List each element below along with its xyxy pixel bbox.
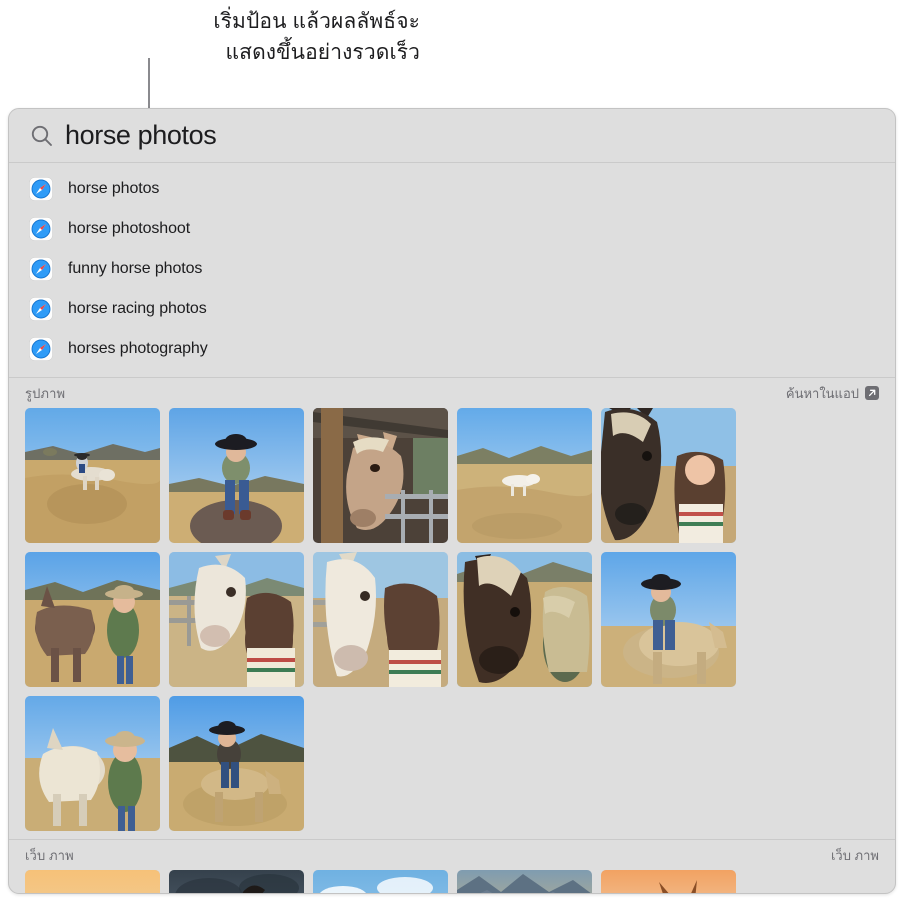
callout-text: เริ่มป้อน แล้วผลลัพธ์จะ แสดงขึ้นอย่างรวด… [150,6,420,68]
photo-tile[interactable] [601,408,736,543]
photo-tile[interactable] [169,696,304,831]
photo-tile[interactable] [25,408,160,543]
callout-line-2: แสดงขึ้นอย่างรวดเร็ว [225,41,420,64]
safari-icon [29,177,53,201]
spotlight-search-panel: horse photos horse photos horse photosho… [8,108,896,894]
photo-tile[interactable] [25,552,160,687]
suggestion-label: horse photoshoot [68,220,191,237]
photo-tile[interactable] [313,552,448,687]
suggestion-label: horses photography [68,340,208,357]
search-in-app-label: ค้นหาในแอป [785,385,859,401]
photo-tile[interactable] [457,552,592,687]
suggestion-label: horse photos [68,180,160,197]
safari-icon [29,257,53,281]
suggestion-item[interactable]: horse photos [9,169,895,209]
suggestion-list: horse photos horse photoshoot funny hors… [9,163,895,377]
photo-tile[interactable] [169,552,304,687]
section-header-web-images: เว็บ ภาพ เว็บ ภาพ [9,839,895,870]
web-image-tile[interactable] [25,870,160,893]
web-image-tile[interactable] [169,870,304,893]
safari-icon [29,297,53,321]
safari-icon [29,337,53,361]
suggestion-item[interactable]: funny horse photos [9,249,895,289]
photo-tile[interactable] [601,552,736,687]
suggestion-item[interactable]: horses photography [9,329,895,369]
web-images-label: เว็บ ภาพ [830,847,879,863]
section-header-photos: รูปภาพ ค้นหาในแอป [9,377,895,408]
web-images-source[interactable]: เว็บ ภาพ [831,845,879,866]
web-image-tile[interactable] [313,870,448,893]
callout-line-1: เริ่มป้อน แล้วผลลัพธ์จะ [213,10,420,33]
photo-tile[interactable] [25,696,160,831]
photo-grid [9,408,895,839]
safari-icon [29,217,53,241]
section-title: เว็บ ภาพ [25,847,74,863]
web-image-grid [9,870,895,893]
open-in-app-icon [865,386,879,400]
suggestion-label: horse racing photos [68,300,207,317]
search-icon [29,123,55,149]
photo-tile[interactable] [313,408,448,543]
section-title: รูปภาพ [25,385,66,401]
search-input-value[interactable]: horse photos [65,120,217,151]
search-field[interactable]: horse photos [9,109,895,163]
photo-tile[interactable] [457,408,592,543]
web-image-tile[interactable] [457,870,592,893]
suggestion-label: funny horse photos [68,260,203,277]
web-image-tile[interactable] [601,870,736,893]
photo-tile[interactable] [169,408,304,543]
suggestion-item[interactable]: horse photoshoot [9,209,895,249]
suggestion-item[interactable]: horse racing photos [9,289,895,329]
search-in-app-button[interactable]: ค้นหาในแอป [786,383,879,404]
